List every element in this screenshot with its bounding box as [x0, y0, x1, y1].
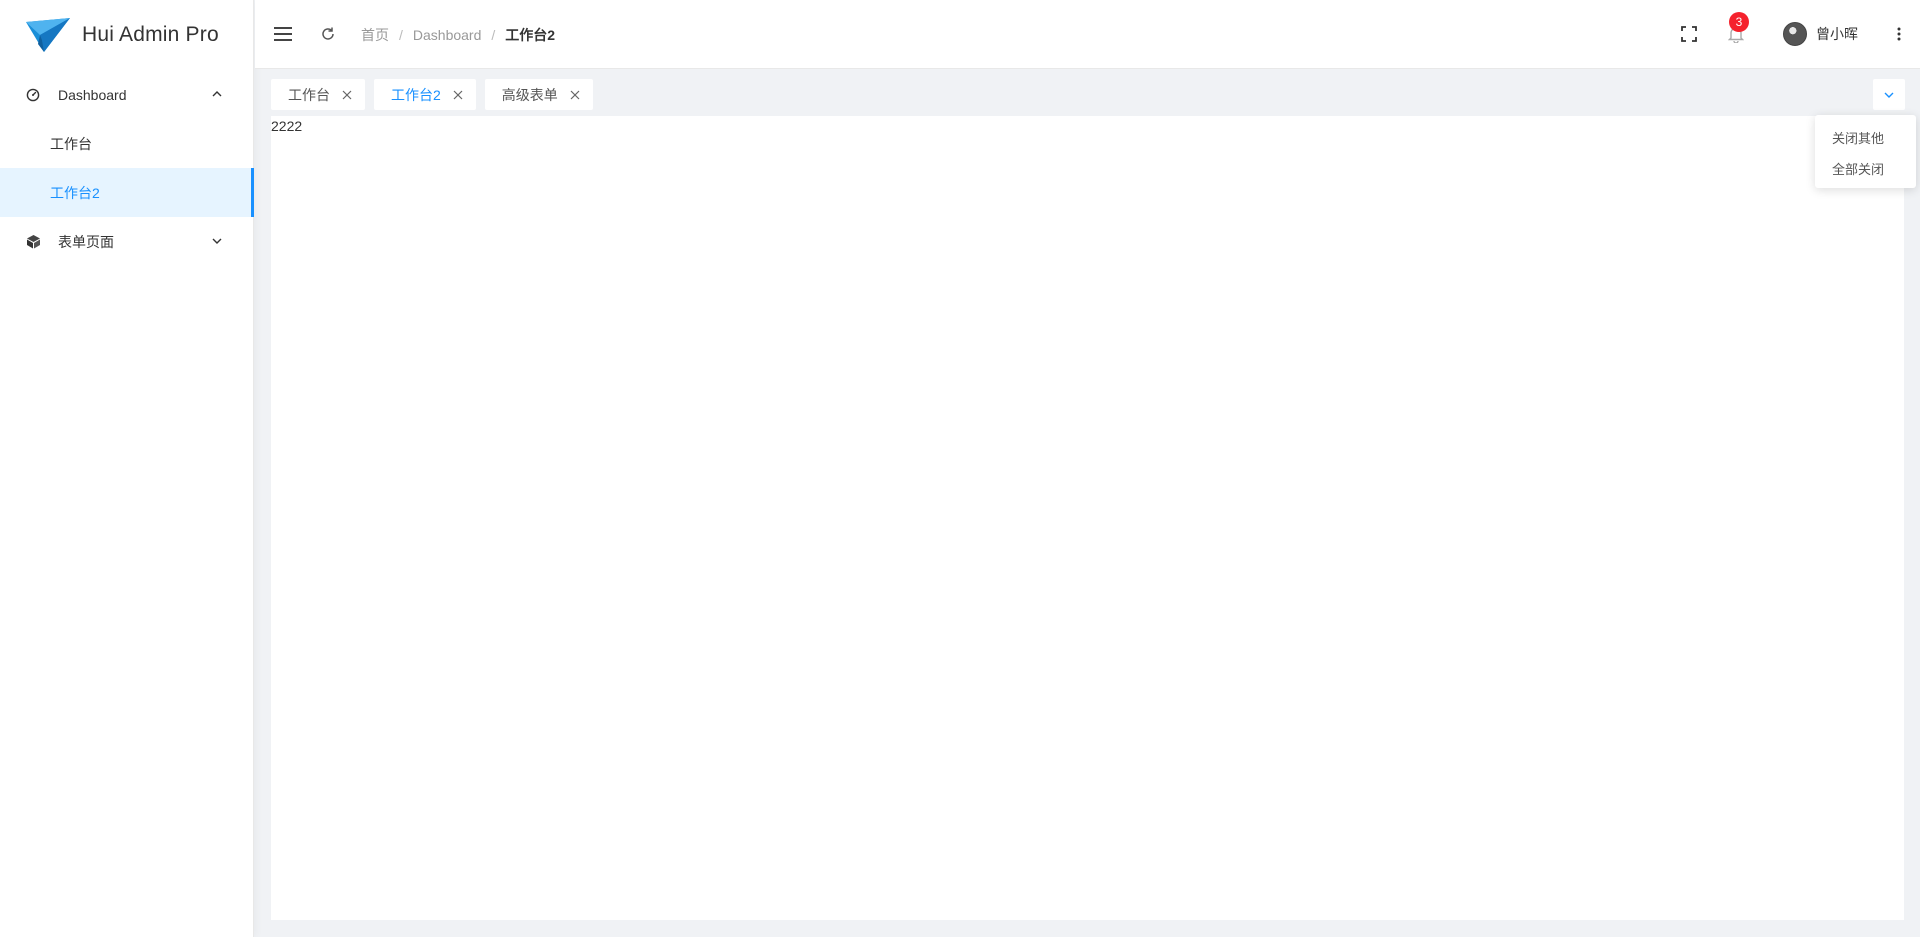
- avatar: [1783, 22, 1807, 46]
- close-icon[interactable]: [342, 89, 354, 101]
- breadcrumb: 首页 / Dashboard / 工作台2: [361, 25, 555, 45]
- sidebar-group-forms[interactable]: 表单页面: [0, 217, 253, 266]
- notification-badge: 3: [1729, 12, 1749, 32]
- app-root: Hui Admin Pro Dashboard 工作台 工作台2 表单页面 首页…: [0, 0, 1920, 937]
- chevron-down-icon: [212, 238, 222, 244]
- paper-plane-logo-icon: [26, 18, 70, 52]
- tabs-menu-button[interactable]: [1873, 79, 1905, 110]
- close-all-item[interactable]: 全部关闭: [1815, 154, 1916, 185]
- sidebar-group-label: Dashboard: [58, 86, 127, 103]
- close-icon[interactable]: [570, 89, 582, 101]
- logo[interactable]: Hui Admin Pro: [0, 0, 253, 70]
- close-others-item[interactable]: 关闭其他: [1815, 123, 1916, 154]
- vertical-ellipsis-icon: [1897, 27, 1901, 41]
- sidebar: Hui Admin Pro Dashboard 工作台 工作台2 表单页面: [0, 0, 254, 937]
- brand-name: Hui Admin Pro: [82, 23, 219, 46]
- sidebar-group-label: 表单页面: [58, 233, 114, 250]
- more-options-button[interactable]: [1891, 25, 1907, 43]
- dashboard-icon: [25, 87, 41, 103]
- cube-icon: [25, 234, 41, 250]
- close-icon[interactable]: [453, 89, 465, 101]
- breadcrumb-home[interactable]: 首页: [361, 25, 389, 45]
- reload-icon: [322, 27, 334, 40]
- breadcrumb-separator: /: [491, 27, 496, 43]
- user-menu[interactable]: 曾小晖: [1783, 22, 1858, 46]
- content-text: 2222: [271, 118, 303, 134]
- menu-toggle-button[interactable]: [273, 25, 293, 43]
- hamburger-icon: [274, 27, 292, 41]
- fullscreen-icon: [1681, 26, 1697, 42]
- tabs-bar: 工作台 工作台2 高级表单: [271, 79, 602, 110]
- sidebar-item-workbench[interactable]: 工作台: [0, 119, 253, 168]
- chevron-down-icon: [1884, 92, 1894, 98]
- tab-workbench2[interactable]: 工作台2: [374, 79, 476, 110]
- sidebar-item-workbench2[interactable]: 工作台2: [0, 168, 254, 217]
- fullscreen-button[interactable]: [1679, 24, 1699, 44]
- main-content: 2222: [271, 116, 1904, 920]
- sidebar-item-label: 工作台: [50, 135, 92, 152]
- reload-button[interactable]: [319, 25, 337, 43]
- tab-label: 工作台2: [391, 86, 441, 103]
- tab-label: 高级表单: [501, 86, 558, 103]
- breadcrumb-dashboard[interactable]: Dashboard: [413, 27, 482, 43]
- breadcrumb-current: 工作台2: [505, 27, 556, 43]
- top-header: 首页 / Dashboard / 工作台2 3 曾小晖: [255, 0, 1920, 69]
- tab-workbench[interactable]: 工作台: [271, 79, 365, 110]
- tab-advanced-form[interactable]: 高级表单: [484, 79, 593, 110]
- user-name: 曾小晖: [1816, 26, 1858, 42]
- sidebar-item-label: 工作台2: [50, 184, 100, 201]
- tabs-dropdown-menu: 关闭其他 全部关闭: [1815, 115, 1916, 188]
- chevron-up-icon: [212, 91, 222, 97]
- tab-label: 工作台: [288, 86, 330, 103]
- breadcrumb-separator: /: [399, 27, 403, 43]
- sidebar-group-dashboard[interactable]: Dashboard: [0, 70, 253, 119]
